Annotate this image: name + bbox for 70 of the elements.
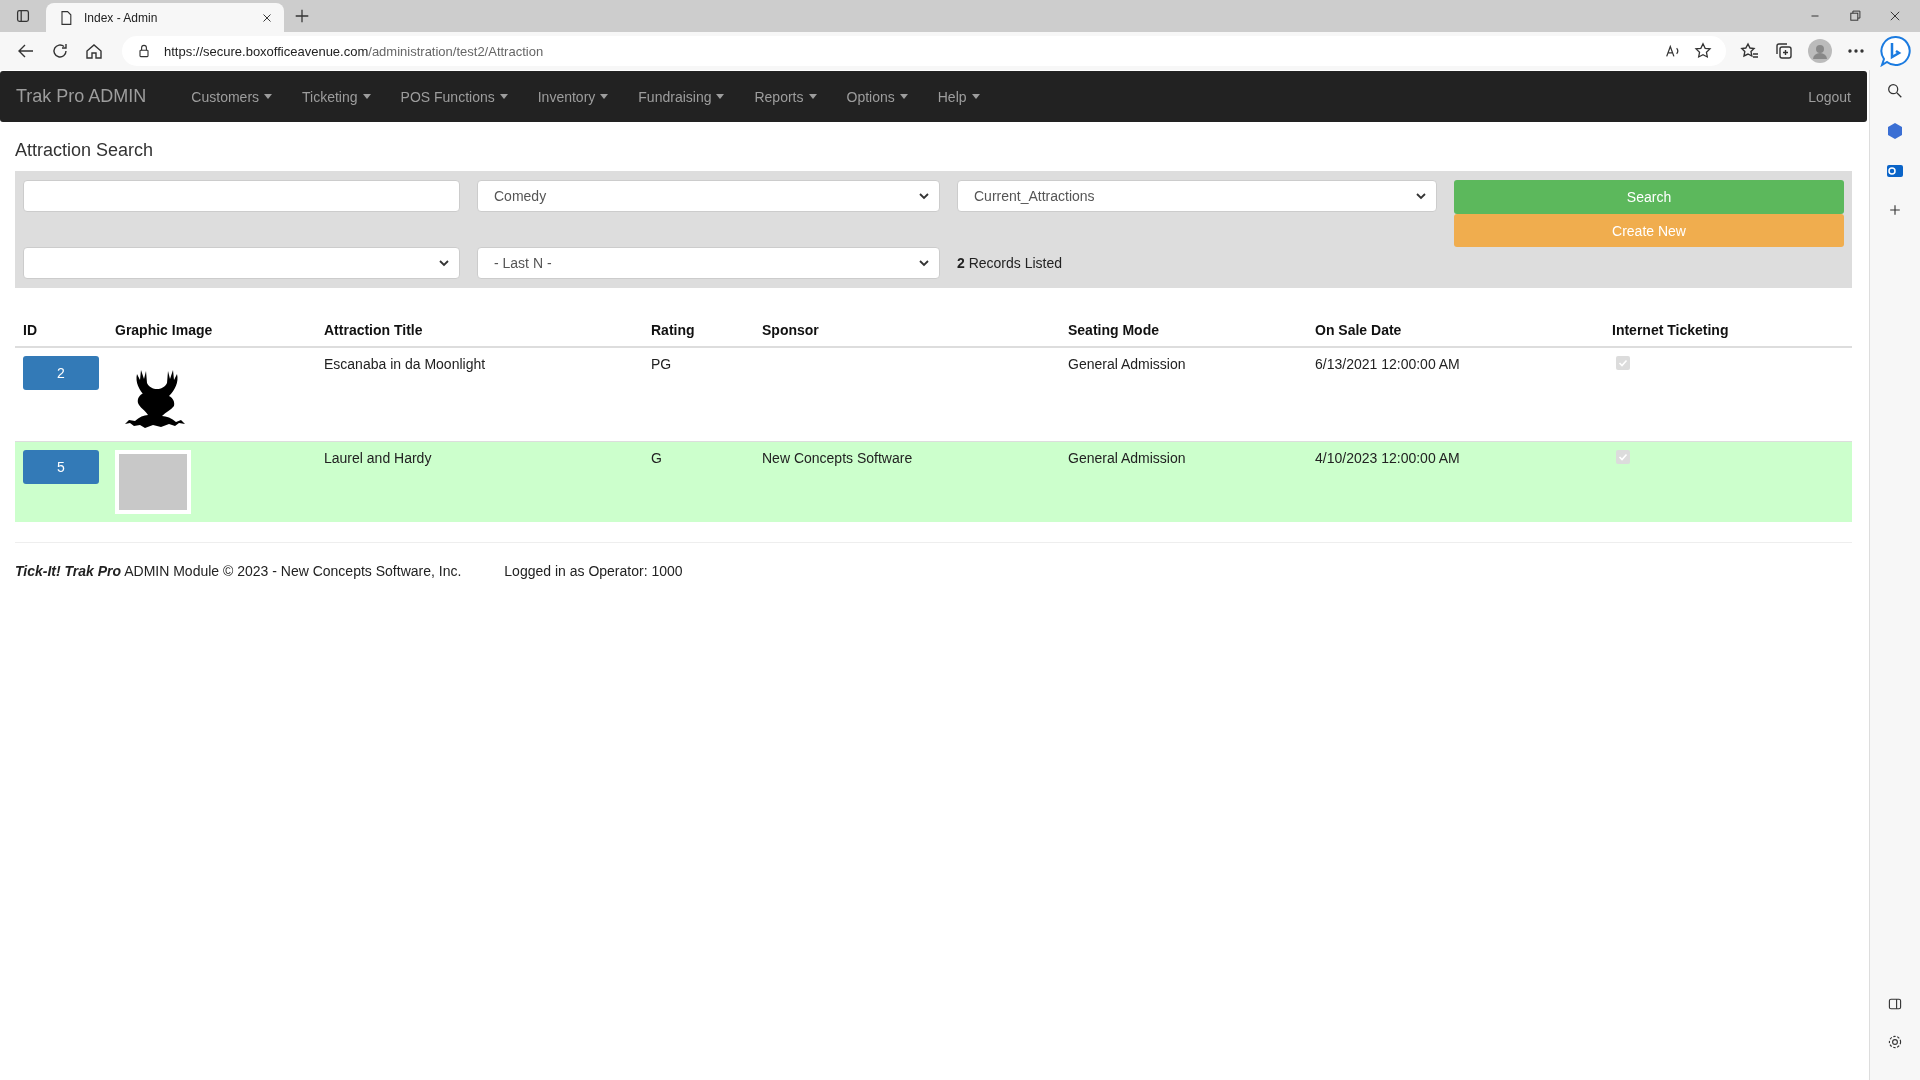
lock-icon[interactable]	[136, 43, 152, 59]
id-button[interactable]: 5	[23, 450, 99, 484]
column-header: On Sale Date	[1307, 314, 1604, 347]
search-icon[interactable]	[1886, 82, 1904, 100]
address-bar[interactable]: https://secure.boxofficeavenue.com/administration/test2/Attraction	[122, 36, 1726, 66]
nav-menu[interactable]: Customers	[176, 88, 288, 105]
column-header: ID	[15, 314, 107, 347]
refresh-icon[interactable]	[50, 41, 70, 61]
caret-icon	[971, 94, 980, 99]
caret-icon	[362, 94, 371, 99]
collections-icon[interactable]	[1774, 41, 1794, 61]
column-header: Attraction Title	[316, 314, 643, 347]
cube-icon[interactable]	[1886, 122, 1904, 140]
nav-menu[interactable]: Ticketing	[287, 88, 386, 105]
mail-app-icon[interactable]	[1886, 162, 1904, 180]
column-header: Internet Ticketing	[1604, 314, 1852, 347]
caret-icon	[899, 94, 908, 99]
page-icon[interactable]	[58, 9, 74, 26]
copyright-text: Tick-It! Trak Pro ADMIN Module © 2023 - New Concepts Software, Inc.	[15, 563, 462, 579]
plus-icon[interactable]	[293, 7, 311, 25]
nav-menu[interactable]: Options	[831, 88, 923, 105]
star-plus-icon[interactable]	[1694, 42, 1712, 60]
nav-menu[interactable]: Reports	[739, 88, 832, 105]
settings-icon[interactable]	[1887, 1034, 1903, 1050]
id-button[interactable]: 2	[23, 356, 99, 390]
status-select[interactable]: Current_Attractions	[957, 180, 1437, 212]
chat-icon[interactable]	[1880, 35, 1912, 67]
table-cell: General Admission	[1060, 441, 1307, 522]
category-select[interactable]: Comedy	[477, 180, 940, 212]
caret-icon	[264, 94, 273, 99]
plus-icon[interactable]	[1887, 202, 1903, 218]
check-icon	[1618, 358, 1628, 368]
column-header: Graphic Image	[107, 314, 316, 347]
nav-menu[interactable]: Inventory	[522, 88, 624, 105]
caret-icon	[499, 94, 508, 99]
column-header: Seating Mode	[1060, 314, 1307, 347]
nav-menu[interactable]: POS Functions	[385, 88, 523, 105]
column-header: Sponsor	[754, 314, 1060, 347]
chevron-down-icon	[919, 259, 929, 267]
checkbox[interactable]	[1616, 450, 1630, 464]
operator-text: Logged in as Operator: 1000	[504, 563, 683, 579]
table-cell: G	[643, 441, 754, 522]
brand-link[interactable]: Trak Pro ADMIN	[16, 86, 147, 107]
caret-icon	[716, 94, 725, 99]
table-cell: 4/10/2023 12:00:00 AM	[1307, 441, 1604, 522]
search-field[interactable]	[23, 180, 460, 212]
table-cell: Laurel and Hardy	[316, 441, 643, 522]
browser-tab[interactable]: Index - Admin	[46, 3, 284, 32]
last-n-select[interactable]: - Last N -	[477, 247, 940, 279]
chevron-down-icon	[439, 259, 449, 267]
profile-avatar[interactable]	[1808, 39, 1832, 63]
sidebar-icon[interactable]	[1887, 996, 1903, 1012]
records-count: 2 Records Listed	[957, 255, 1064, 271]
caret-icon	[600, 94, 609, 99]
page-title: Attraction Search	[15, 140, 155, 161]
column-header: Rating	[643, 314, 754, 347]
tab-actions-icon[interactable]	[14, 7, 32, 25]
check-icon	[1618, 452, 1628, 462]
home-icon[interactable]	[84, 41, 104, 61]
nav-menu[interactable]: Fundraising	[623, 88, 740, 105]
checkbox[interactable]	[1616, 356, 1630, 370]
restore-icon[interactable]	[1848, 9, 1862, 23]
chevron-down-icon	[919, 192, 929, 200]
logout-link[interactable]: Logout	[1808, 88, 1851, 105]
table-cell: New Concepts Software	[754, 441, 1060, 522]
favorites-icon[interactable]	[1740, 41, 1760, 61]
caret-icon	[808, 94, 817, 99]
close-icon[interactable]	[1888, 9, 1902, 23]
nav-menu[interactable]: Help	[922, 88, 995, 105]
chevron-down-icon	[1416, 192, 1426, 200]
